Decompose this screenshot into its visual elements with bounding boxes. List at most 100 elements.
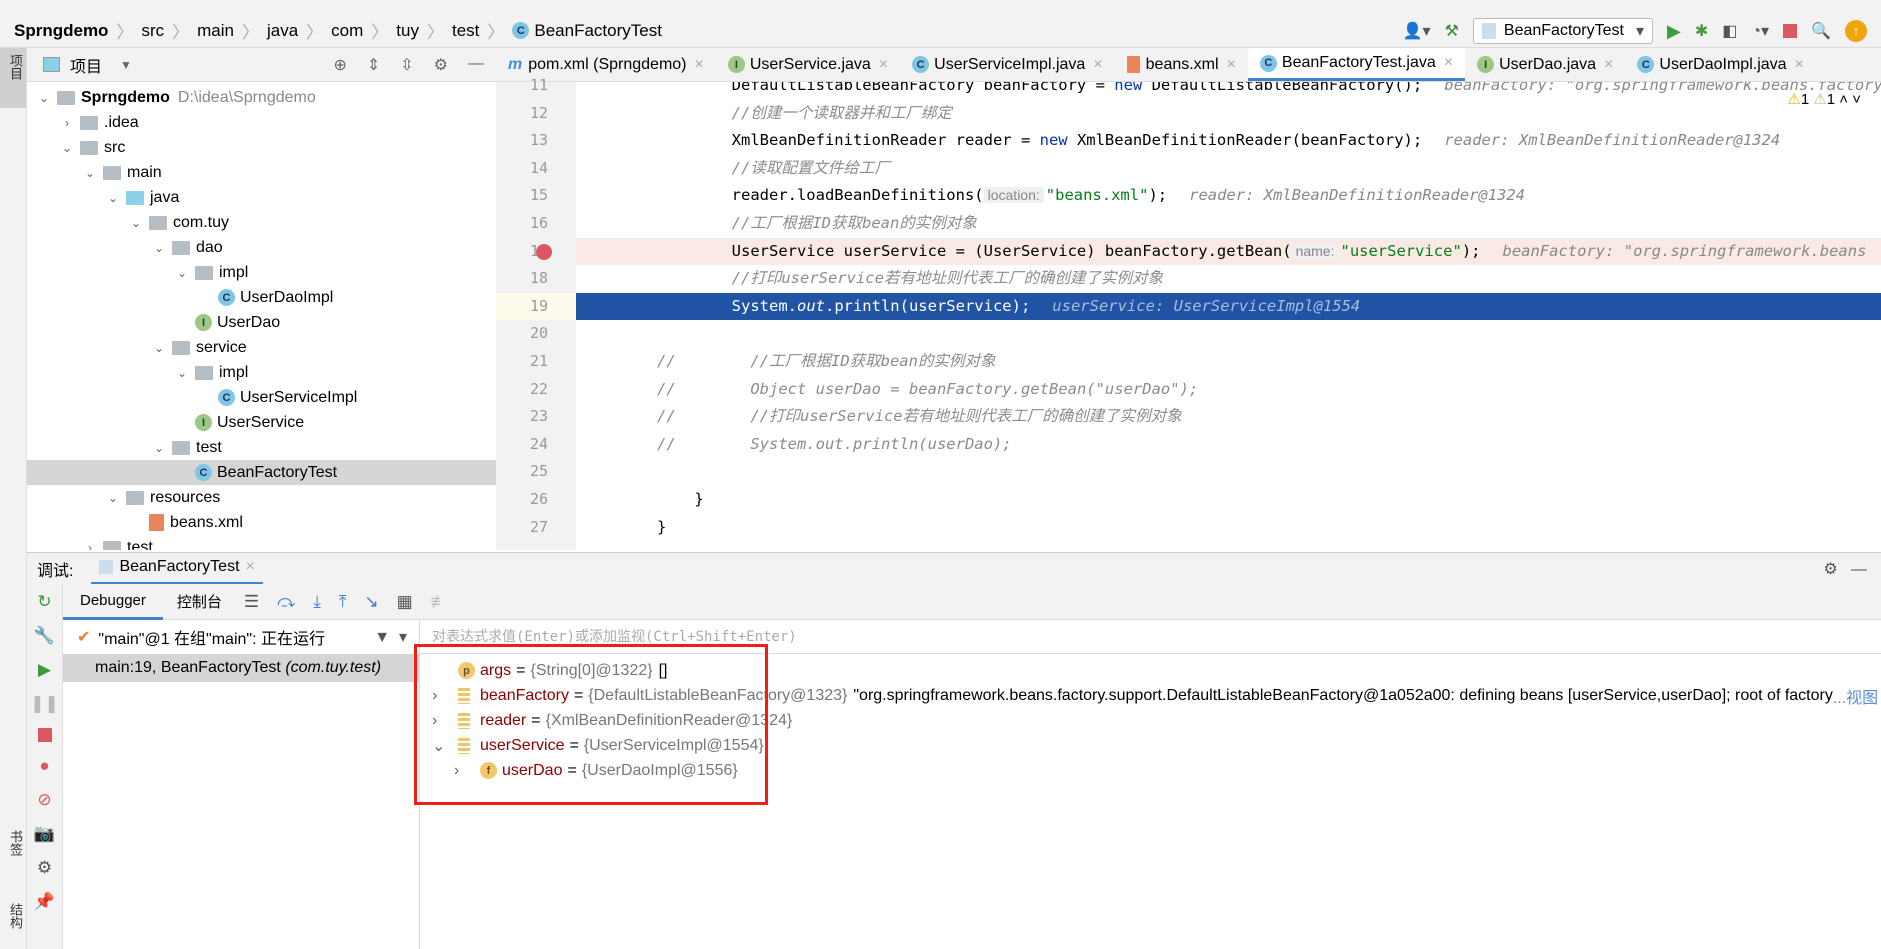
structure-tool-button[interactable]: 结构 [6, 903, 25, 934]
chevron-down-icon[interactable]: ⌄ [129, 216, 143, 230]
trace-icon[interactable]: ≢ [431, 592, 448, 612]
search-icon[interactable]: 🔍 [1811, 21, 1831, 41]
editor-tab[interactable]: C BeanFactoryTest.java × [1247, 48, 1466, 81]
evaluate-calculator-icon[interactable]: ▦ [397, 592, 413, 612]
editor-tab[interactable]: beans.xml × [1115, 48, 1248, 81]
wrench-icon[interactable]: 🔧 [34, 626, 55, 646]
editor-tab[interactable]: C UserDaoImpl.java × [1625, 48, 1816, 81]
hide-icon[interactable]: — [468, 55, 484, 75]
view-more-link[interactable]: ...视图 [1833, 684, 1878, 708]
tree-item[interactable]: › .idea [27, 110, 496, 135]
profile-icon[interactable]: ◔▾ [1751, 21, 1769, 41]
chevron-right-icon[interactable]: › [454, 762, 480, 780]
menu-bar[interactable] [0, 0, 1881, 14]
resume-icon[interactable]: ▶ [38, 660, 51, 680]
gear-icon[interactable]: ⚙ [434, 55, 448, 75]
gear-icon[interactable]: ⚙ — [1823, 559, 1867, 579]
close-icon[interactable]: × [879, 56, 888, 74]
run-icon[interactable]: ▶ [1667, 21, 1681, 42]
tree-item[interactable]: ⌄ src [27, 135, 496, 160]
breadcrumb-item[interactable]: main [197, 21, 234, 41]
pin-icon[interactable]: 📌 [34, 892, 55, 912]
expand-all-icon[interactable]: ⇕ [367, 55, 380, 75]
close-icon[interactable]: × [1444, 54, 1453, 72]
tree-item[interactable]: ⌄ resources [27, 485, 496, 510]
close-icon[interactable]: × [695, 56, 704, 74]
camera-icon[interactable]: 📷 [34, 824, 55, 844]
chevron-down-icon[interactable]: ⌄ [37, 91, 51, 105]
code-editor[interactable]: ⚠1 ⚠1 ˄ ˅ DefaultListableBeanFactory bea… [576, 82, 1881, 550]
editor-tab[interactable]: I UserService.java × [716, 48, 900, 81]
step-over-icon[interactable]: ⤼ [277, 592, 295, 612]
breadcrumb-item[interactable]: com [331, 21, 363, 41]
chevron-down-icon[interactable]: ⌄ [175, 266, 189, 280]
chevron-down-icon[interactable]: ▼ [120, 58, 132, 72]
chevron-down-icon[interactable]: ⌄ [152, 441, 166, 455]
settings-icon[interactable]: ⚙ [37, 858, 52, 878]
view-breakpoints-icon[interactable]: ● [39, 756, 49, 776]
breadcrumb-item[interactable]: java [267, 21, 298, 41]
editor-tab[interactable]: I UserDao.java × [1465, 48, 1625, 81]
tree-item[interactable]: ⌄ service [27, 335, 496, 360]
update-icon[interactable]: ↑ [1845, 20, 1867, 42]
rerun-icon[interactable]: ↻ [37, 592, 51, 612]
chevron-down-icon[interactable]: ⌄ [152, 241, 166, 255]
tree-item[interactable]: I UserService [27, 410, 496, 435]
close-icon[interactable]: × [1227, 56, 1236, 74]
chevron-right-icon[interactable]: › [432, 687, 458, 705]
chevron-down-icon[interactable]: ⌄ [83, 166, 97, 180]
chevron-right-icon[interactable]: › [432, 712, 458, 730]
chevron-right-icon[interactable]: › [60, 116, 74, 130]
run-config-select[interactable]: BeanFactoryTest ▾ [1472, 18, 1653, 44]
editor-tab[interactable]: C UserServiceImpl.java × [900, 48, 1115, 81]
close-icon[interactable]: × [1795, 56, 1804, 74]
stop-icon[interactable] [1783, 24, 1798, 38]
variable-row[interactable]: p args = {String[0]@1322}[] [432, 658, 667, 683]
close-icon[interactable]: × [1604, 56, 1613, 74]
variable-row[interactable]: › beanFactory = {DefaultListableBeanFactory… [432, 683, 1878, 708]
breadcrumb-item[interactable]: tuy [396, 21, 419, 41]
breadcrumb-item[interactable]: test [452, 21, 479, 41]
breadcrumb-item[interactable]: BeanFactoryTest [534, 21, 662, 41]
project-tool-button[interactable]: 项目 [0, 48, 26, 108]
tree-item[interactable]: ⌄ java [27, 185, 496, 210]
tab-debugger[interactable]: Debugger [63, 584, 163, 620]
tree-item[interactable]: › test [27, 535, 496, 550]
variable-row[interactable]: › f userDao = {UserDaoImpl@1556} [454, 758, 738, 783]
tab-console[interactable]: 控制台 [163, 591, 236, 612]
user-icon[interactable]: 👤▾ [1403, 21, 1431, 41]
layout-icon[interactable]: ☰ [244, 592, 259, 612]
chevron-down-icon[interactable]: ⌄ [106, 491, 120, 505]
tree-item[interactable]: ⌄ test [27, 435, 496, 460]
step-out-icon[interactable]: ⤒ [339, 592, 347, 612]
close-icon[interactable]: × [1093, 56, 1102, 74]
variable-row[interactable]: › reader = {XmlBeanDefinitionReader@1324} [432, 708, 792, 733]
thread-selector[interactable]: ✔ "main"@1 在组"main": 正在运行 ▼ ▾ [63, 620, 419, 654]
close-icon[interactable]: × [246, 558, 255, 576]
breakpoint-icon[interactable] [536, 243, 552, 260]
tree-item[interactable]: I UserDao [27, 310, 496, 335]
tree-root[interactable]: ⌄ Sprngdemo D:\idea\Sprngdemo [27, 85, 496, 110]
project-panel-title[interactable]: 项目 [70, 53, 102, 77]
chevron-down-icon[interactable]: ⌄ [106, 191, 120, 205]
evaluate-expression-input[interactable]: 对表达式求值(Enter)或添加监视(Ctrl+Shift+Enter) [420, 620, 1881, 654]
step-into-icon[interactable]: ⤓ [313, 592, 321, 612]
breadcrumb-item[interactable]: Sprngdemo [14, 21, 108, 41]
stack-frame[interactable]: main:19, BeanFactoryTest (com.tuy.test) [63, 654, 419, 682]
stop-icon[interactable] [37, 728, 52, 742]
tree-item[interactable]: ⌄ dao [27, 235, 496, 260]
tree-item[interactable]: C UserServiceImpl [27, 385, 496, 410]
tree-item[interactable]: ⌄ com.tuy [27, 210, 496, 235]
mute-breakpoints-icon[interactable]: ⊘ [37, 790, 51, 810]
breadcrumb-item[interactable]: src [141, 21, 164, 41]
collapse-all-icon[interactable]: ⇳ [400, 55, 413, 75]
chevron-down-icon[interactable]: ⌄ [175, 366, 189, 380]
chevron-down-icon[interactable]: ⌄ [432, 736, 458, 756]
debug-bug-icon[interactable]: ✱ [1695, 21, 1708, 41]
tree-item[interactable]: ⌄ impl [27, 260, 496, 285]
coverage-icon[interactable]: ◧ [1722, 21, 1737, 41]
chevron-down-icon[interactable]: ⌄ [152, 341, 166, 355]
filter-icon[interactable]: ▼ ▾ [374, 627, 407, 647]
bookmarks-tool-button[interactable]: 书签 [6, 830, 25, 861]
debug-session-tab[interactable]: BeanFactoryTest × [91, 553, 263, 585]
